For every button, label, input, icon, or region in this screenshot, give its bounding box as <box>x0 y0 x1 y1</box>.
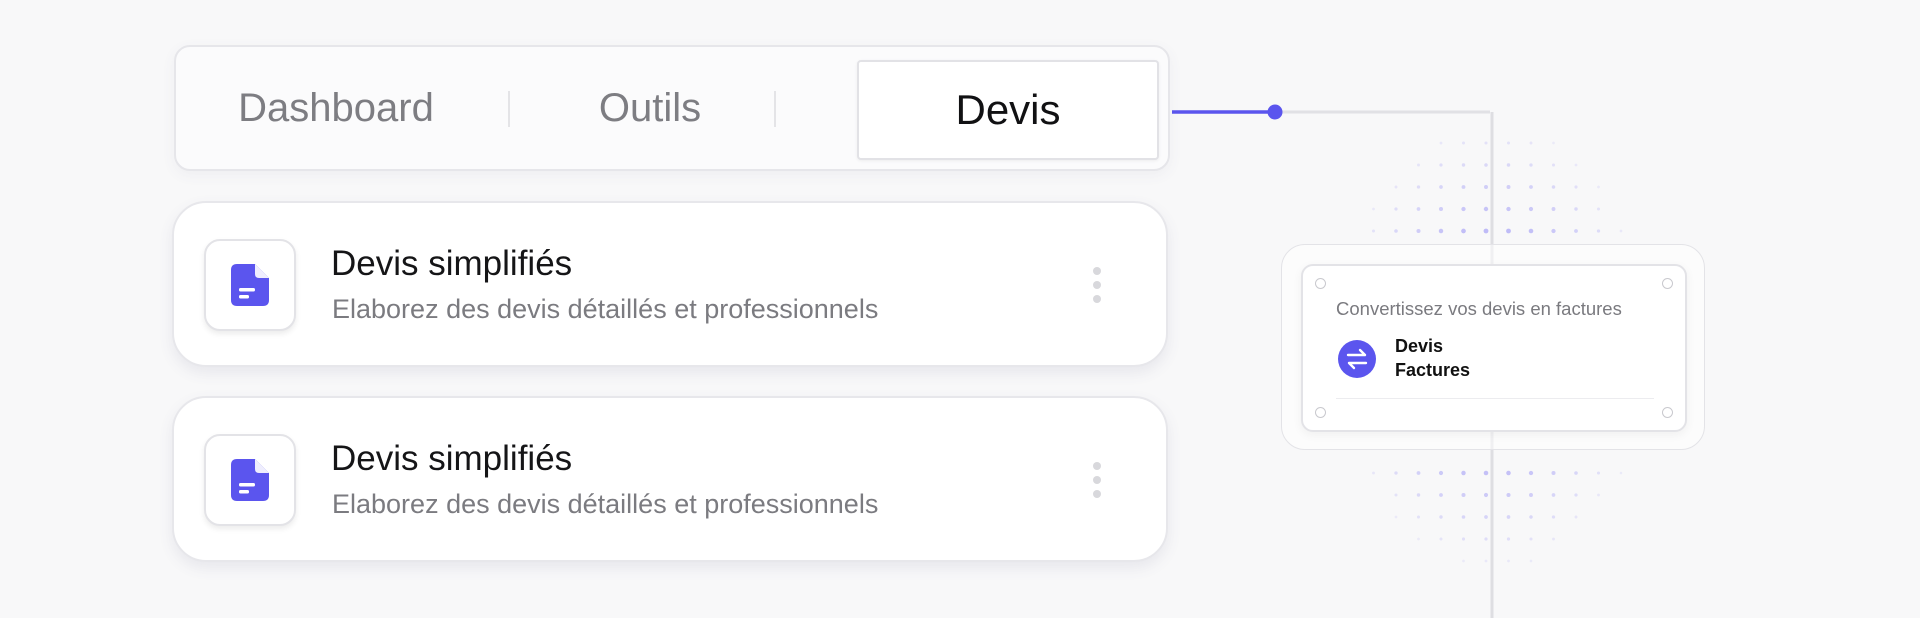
info-line-factures: Factures <box>1395 360 1471 380</box>
tab-divider <box>774 91 776 127</box>
corner-dot <box>1662 278 1673 289</box>
card-subtitle: Elaborez des devis détaillés et professi… <box>332 489 879 519</box>
corner-dot <box>1315 407 1326 418</box>
corner-dot <box>1662 407 1673 418</box>
more-options-icon[interactable] <box>1092 267 1102 303</box>
corner-dot <box>1315 278 1326 289</box>
card-subtitle: Elaborez des devis détaillés et professi… <box>332 294 879 324</box>
divider <box>1336 398 1654 399</box>
feature-card[interactable]: Devis simplifiés Elaborez des devis déta… <box>172 201 1168 367</box>
connector-node <box>1267 104 1283 120</box>
swap-arrows-icon <box>1338 340 1376 378</box>
more-options-icon[interactable] <box>1092 462 1102 498</box>
tab-outils[interactable]: Outils <box>520 47 780 169</box>
tab-dashboard[interactable]: Dashboard <box>176 47 496 169</box>
card-title: Devis simplifiés <box>331 439 573 478</box>
tab-devis[interactable]: Devis <box>857 60 1159 160</box>
info-line-devis: Devis <box>1395 336 1444 356</box>
info-card-title: Convertissez vos devis en factures <box>1336 298 1622 319</box>
tab-divider <box>508 91 510 127</box>
card-title: Devis simplifiés <box>331 244 573 283</box>
tab-bar: Dashboard Outils Devis <box>174 45 1170 171</box>
feature-card[interactable]: Devis simplifiés Elaborez des devis déta… <box>172 396 1168 562</box>
document-icon <box>204 239 296 331</box>
info-card: Convertissez vos devis en factures Devis… <box>1301 264 1687 432</box>
document-icon <box>204 434 296 526</box>
